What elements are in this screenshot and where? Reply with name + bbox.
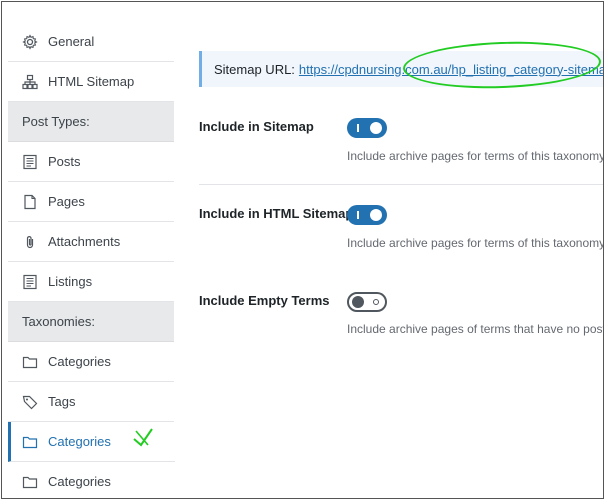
sidebar-item-label: Listings [48, 274, 93, 289]
paperclip-icon [22, 234, 38, 250]
divider [199, 184, 603, 185]
sidebar-item-label: Pages [48, 194, 85, 209]
section-taxonomies: Taxonomies: [8, 302, 174, 342]
include-in-html-sitemap-label: Include in HTML Sitemap [199, 206, 354, 221]
sidebar-item-tags[interactable]: Tags [8, 382, 174, 422]
folder-icon [22, 474, 38, 490]
section-post-types: Post Types: [8, 102, 174, 142]
sidebar-item-categories[interactable]: Categories [8, 342, 174, 382]
sidebar-item-pages[interactable]: Pages [8, 182, 174, 222]
sidebar-item-label: Attachments [48, 234, 121, 249]
toggle-knob [352, 296, 364, 308]
settings-window: General HTML Sitemap Post Types: Posts P… [1, 1, 604, 499]
toggle-knob [370, 122, 382, 134]
sidebar-item-general[interactable]: General [8, 22, 174, 62]
toggle-off-indicator [373, 299, 379, 305]
sidebar-item-posts[interactable]: Posts [8, 142, 174, 182]
sidebar-item-label: Categories [48, 474, 111, 489]
sitemap-url-label: Sitemap URL: [214, 61, 295, 77]
include-in-sitemap-label: Include in Sitemap [199, 119, 314, 134]
post-icon [22, 154, 38, 170]
sidebar-item-categories-2[interactable]: Categories [8, 462, 174, 498]
green-check-annotation [133, 428, 153, 447]
include-in-sitemap-help: Include archive pages for terms of this … [347, 149, 604, 163]
include-in-html-sitemap-help: Include archive pages for terms of this … [347, 236, 604, 250]
sidebar-item-attachments[interactable]: Attachments [8, 222, 174, 262]
sidebar-item-label: Categories [48, 434, 111, 449]
toggle-on-indicator [357, 211, 359, 219]
include-empty-terms-label: Include Empty Terms [199, 293, 330, 308]
tag-icon [22, 394, 38, 410]
settings-content: Sitemap URL: https://cpdnursing.com.au/h… [175, 22, 603, 498]
folder-icon [22, 434, 38, 450]
include-empty-terms-help: Include archive pages of terms that have… [347, 322, 604, 336]
sidebar-item-label: Categories [48, 354, 111, 369]
page-icon [22, 194, 38, 210]
sidebar-item-listings[interactable]: Listings [8, 262, 174, 302]
include-in-sitemap-toggle[interactable] [347, 118, 387, 138]
sidebar-item-label: Posts [48, 154, 81, 169]
toggle-on-indicator [357, 124, 359, 132]
include-in-html-sitemap-toggle[interactable] [347, 205, 387, 225]
folder-icon [22, 354, 38, 370]
toggle-knob [370, 209, 382, 221]
sitemap-icon [22, 74, 38, 90]
sidebar-item-html-sitemap[interactable]: HTML Sitemap [8, 62, 174, 102]
post-icon [22, 274, 38, 290]
include-empty-terms-toggle[interactable] [347, 292, 387, 312]
gear-icon [22, 33, 38, 50]
sidebar-item-label: Tags [48, 394, 76, 409]
sidebar-item-label: HTML Sitemap [48, 74, 135, 89]
sidebar-item-label: General [48, 34, 95, 49]
